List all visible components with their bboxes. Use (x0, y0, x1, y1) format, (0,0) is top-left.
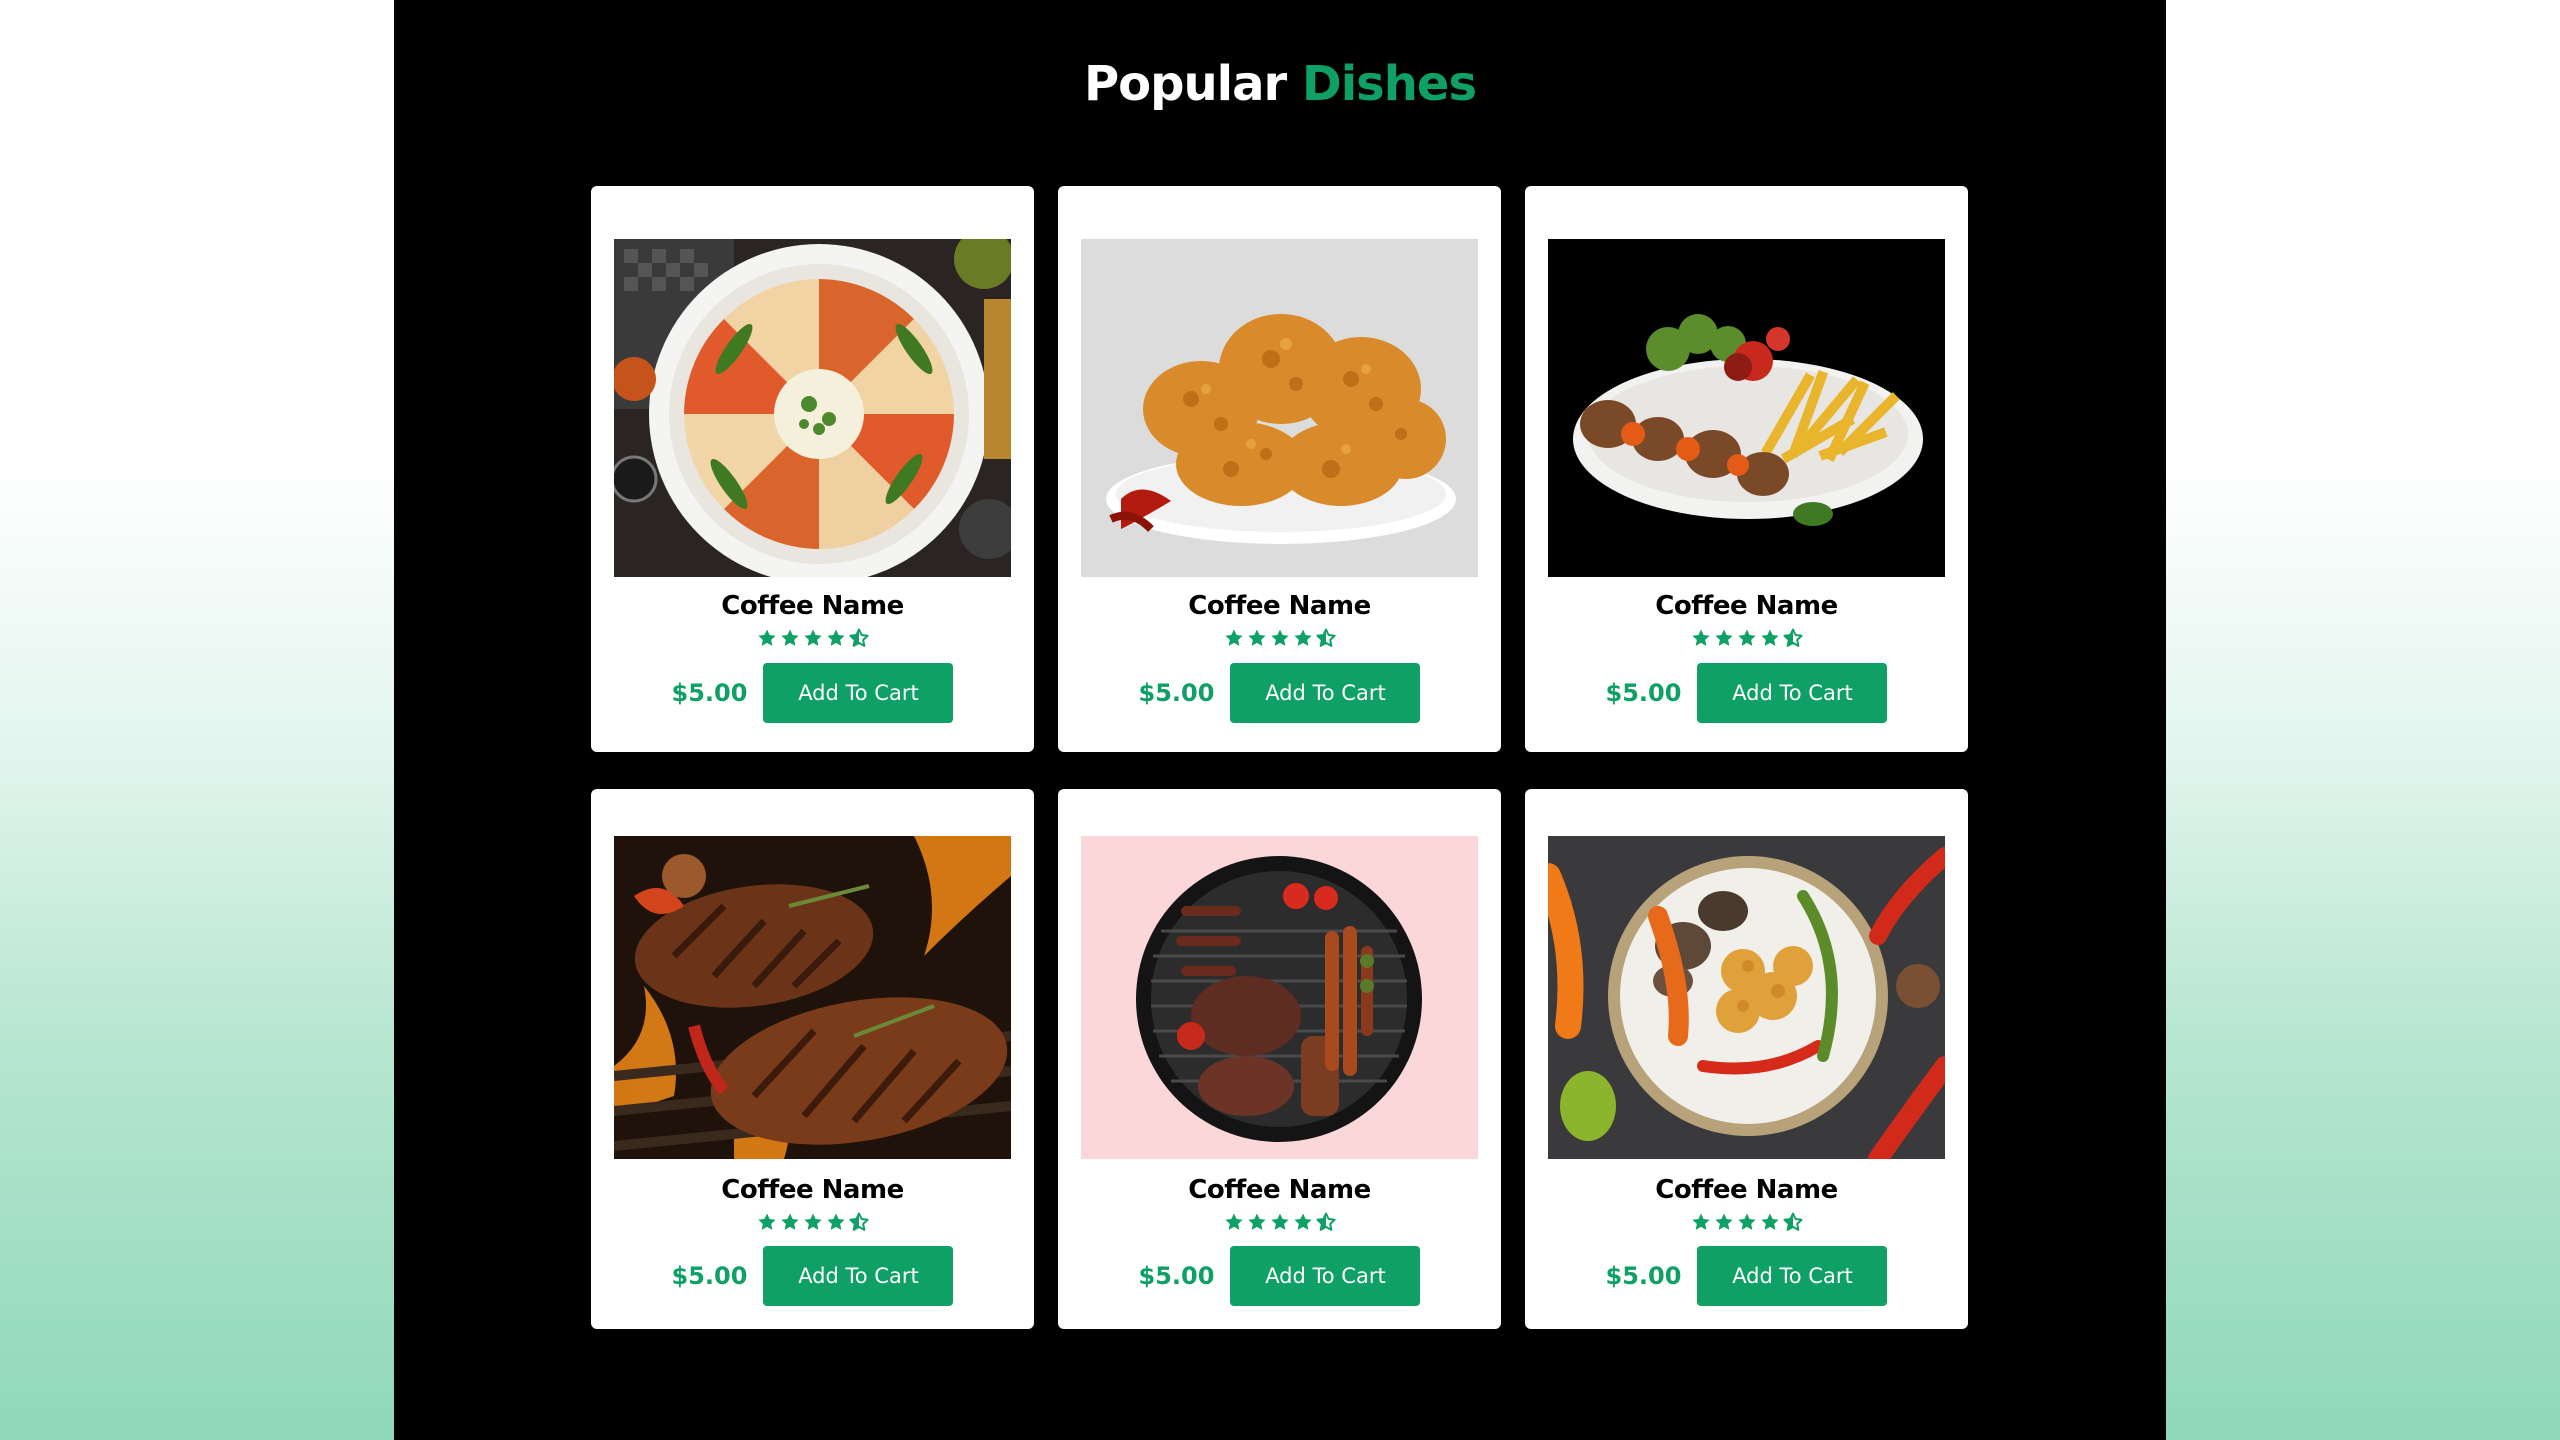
dish-price: $5.00 (1605, 1262, 1682, 1290)
dish-image (1548, 239, 1945, 577)
dish-price: $5.00 (1138, 1262, 1215, 1290)
star-rating (1548, 625, 1945, 651)
dish-name: Coffee Name (1655, 591, 1838, 621)
dish-image (614, 239, 1011, 577)
star-full-icon (1224, 628, 1244, 648)
section-title: Popular Dishes (394, 56, 2166, 112)
star-full-icon (780, 628, 800, 648)
star-full-icon (803, 1212, 823, 1232)
dish-image (1081, 836, 1478, 1159)
star-full-icon (1247, 628, 1267, 648)
star-full-icon (1247, 1212, 1267, 1232)
purchase-row: $5.00 Add To Cart (614, 1246, 1011, 1306)
purchase-row: $5.00 Add To Cart (1548, 1246, 1945, 1306)
star-full-icon (780, 1212, 800, 1232)
add-to-cart-button[interactable]: Add To Cart (1697, 1246, 1888, 1306)
star-full-icon (826, 1212, 846, 1232)
star-half-icon (849, 628, 869, 648)
popular-dishes-section: Popular Dishes Coffee Name $5.00 Add To … (394, 0, 2166, 1440)
star-full-icon (826, 628, 846, 648)
purchase-row: $5.00 Add To Cart (1081, 663, 1478, 723)
dish-name: Coffee Name (721, 1175, 904, 1205)
dish-card: Coffee Name $5.00 Add To Cart (591, 789, 1034, 1329)
star-rating (614, 1209, 1011, 1235)
star-half-icon (1316, 1212, 1336, 1232)
dish-image (1548, 836, 1945, 1159)
star-full-icon (1691, 1212, 1711, 1232)
title-white: Popular (1083, 56, 1287, 112)
dish-card: Coffee Name $5.00 Add To Cart (1058, 186, 1501, 752)
star-full-icon (1760, 1212, 1780, 1232)
star-full-icon (1714, 628, 1734, 648)
star-full-icon (803, 628, 823, 648)
add-to-cart-button[interactable]: Add To Cart (1230, 1246, 1421, 1306)
dish-name: Coffee Name (1188, 591, 1371, 621)
dish-card: Coffee Name $5.00 Add To Cart (591, 186, 1034, 752)
dish-price: $5.00 (1138, 679, 1215, 707)
dish-name: Coffee Name (721, 591, 904, 621)
star-full-icon (1293, 628, 1313, 648)
dish-name: Coffee Name (1655, 1175, 1838, 1205)
star-full-icon (1737, 1212, 1757, 1232)
star-full-icon (1691, 628, 1711, 648)
star-full-icon (1224, 1212, 1244, 1232)
star-rating (1081, 625, 1478, 651)
dish-price: $5.00 (671, 1262, 748, 1290)
dish-price: $5.00 (1605, 679, 1682, 707)
star-half-icon (1316, 628, 1336, 648)
star-full-icon (757, 628, 777, 648)
star-rating (1081, 1209, 1478, 1235)
star-full-icon (1737, 628, 1757, 648)
star-full-icon (1293, 1212, 1313, 1232)
dish-card: Coffee Name $5.00 Add To Cart (1058, 789, 1501, 1329)
star-full-icon (757, 1212, 777, 1232)
dish-name: Coffee Name (1188, 1175, 1371, 1205)
star-rating (1548, 1209, 1945, 1235)
dish-grid: Coffee Name $5.00 Add To Cart Coffee Nam… (591, 186, 1968, 1329)
star-rating (614, 625, 1011, 651)
star-full-icon (1270, 628, 1290, 648)
dish-image (614, 836, 1011, 1159)
star-half-icon (849, 1212, 869, 1232)
purchase-row: $5.00 Add To Cart (614, 663, 1011, 723)
star-full-icon (1714, 1212, 1734, 1232)
title-accent: Dishes (1301, 56, 1477, 112)
dish-card: Coffee Name $5.00 Add To Cart (1525, 186, 1968, 752)
add-to-cart-button[interactable]: Add To Cart (1697, 663, 1888, 723)
dish-price: $5.00 (671, 679, 748, 707)
purchase-row: $5.00 Add To Cart (1548, 663, 1945, 723)
add-to-cart-button[interactable]: Add To Cart (1230, 663, 1421, 723)
dish-card: Coffee Name $5.00 Add To Cart (1525, 789, 1968, 1329)
star-half-icon (1783, 1212, 1803, 1232)
star-half-icon (1783, 628, 1803, 648)
star-full-icon (1270, 1212, 1290, 1232)
dish-image (1081, 239, 1478, 577)
purchase-row: $5.00 Add To Cart (1081, 1246, 1478, 1306)
add-to-cart-button[interactable]: Add To Cart (763, 1246, 954, 1306)
star-full-icon (1760, 628, 1780, 648)
add-to-cart-button[interactable]: Add To Cart (763, 663, 954, 723)
